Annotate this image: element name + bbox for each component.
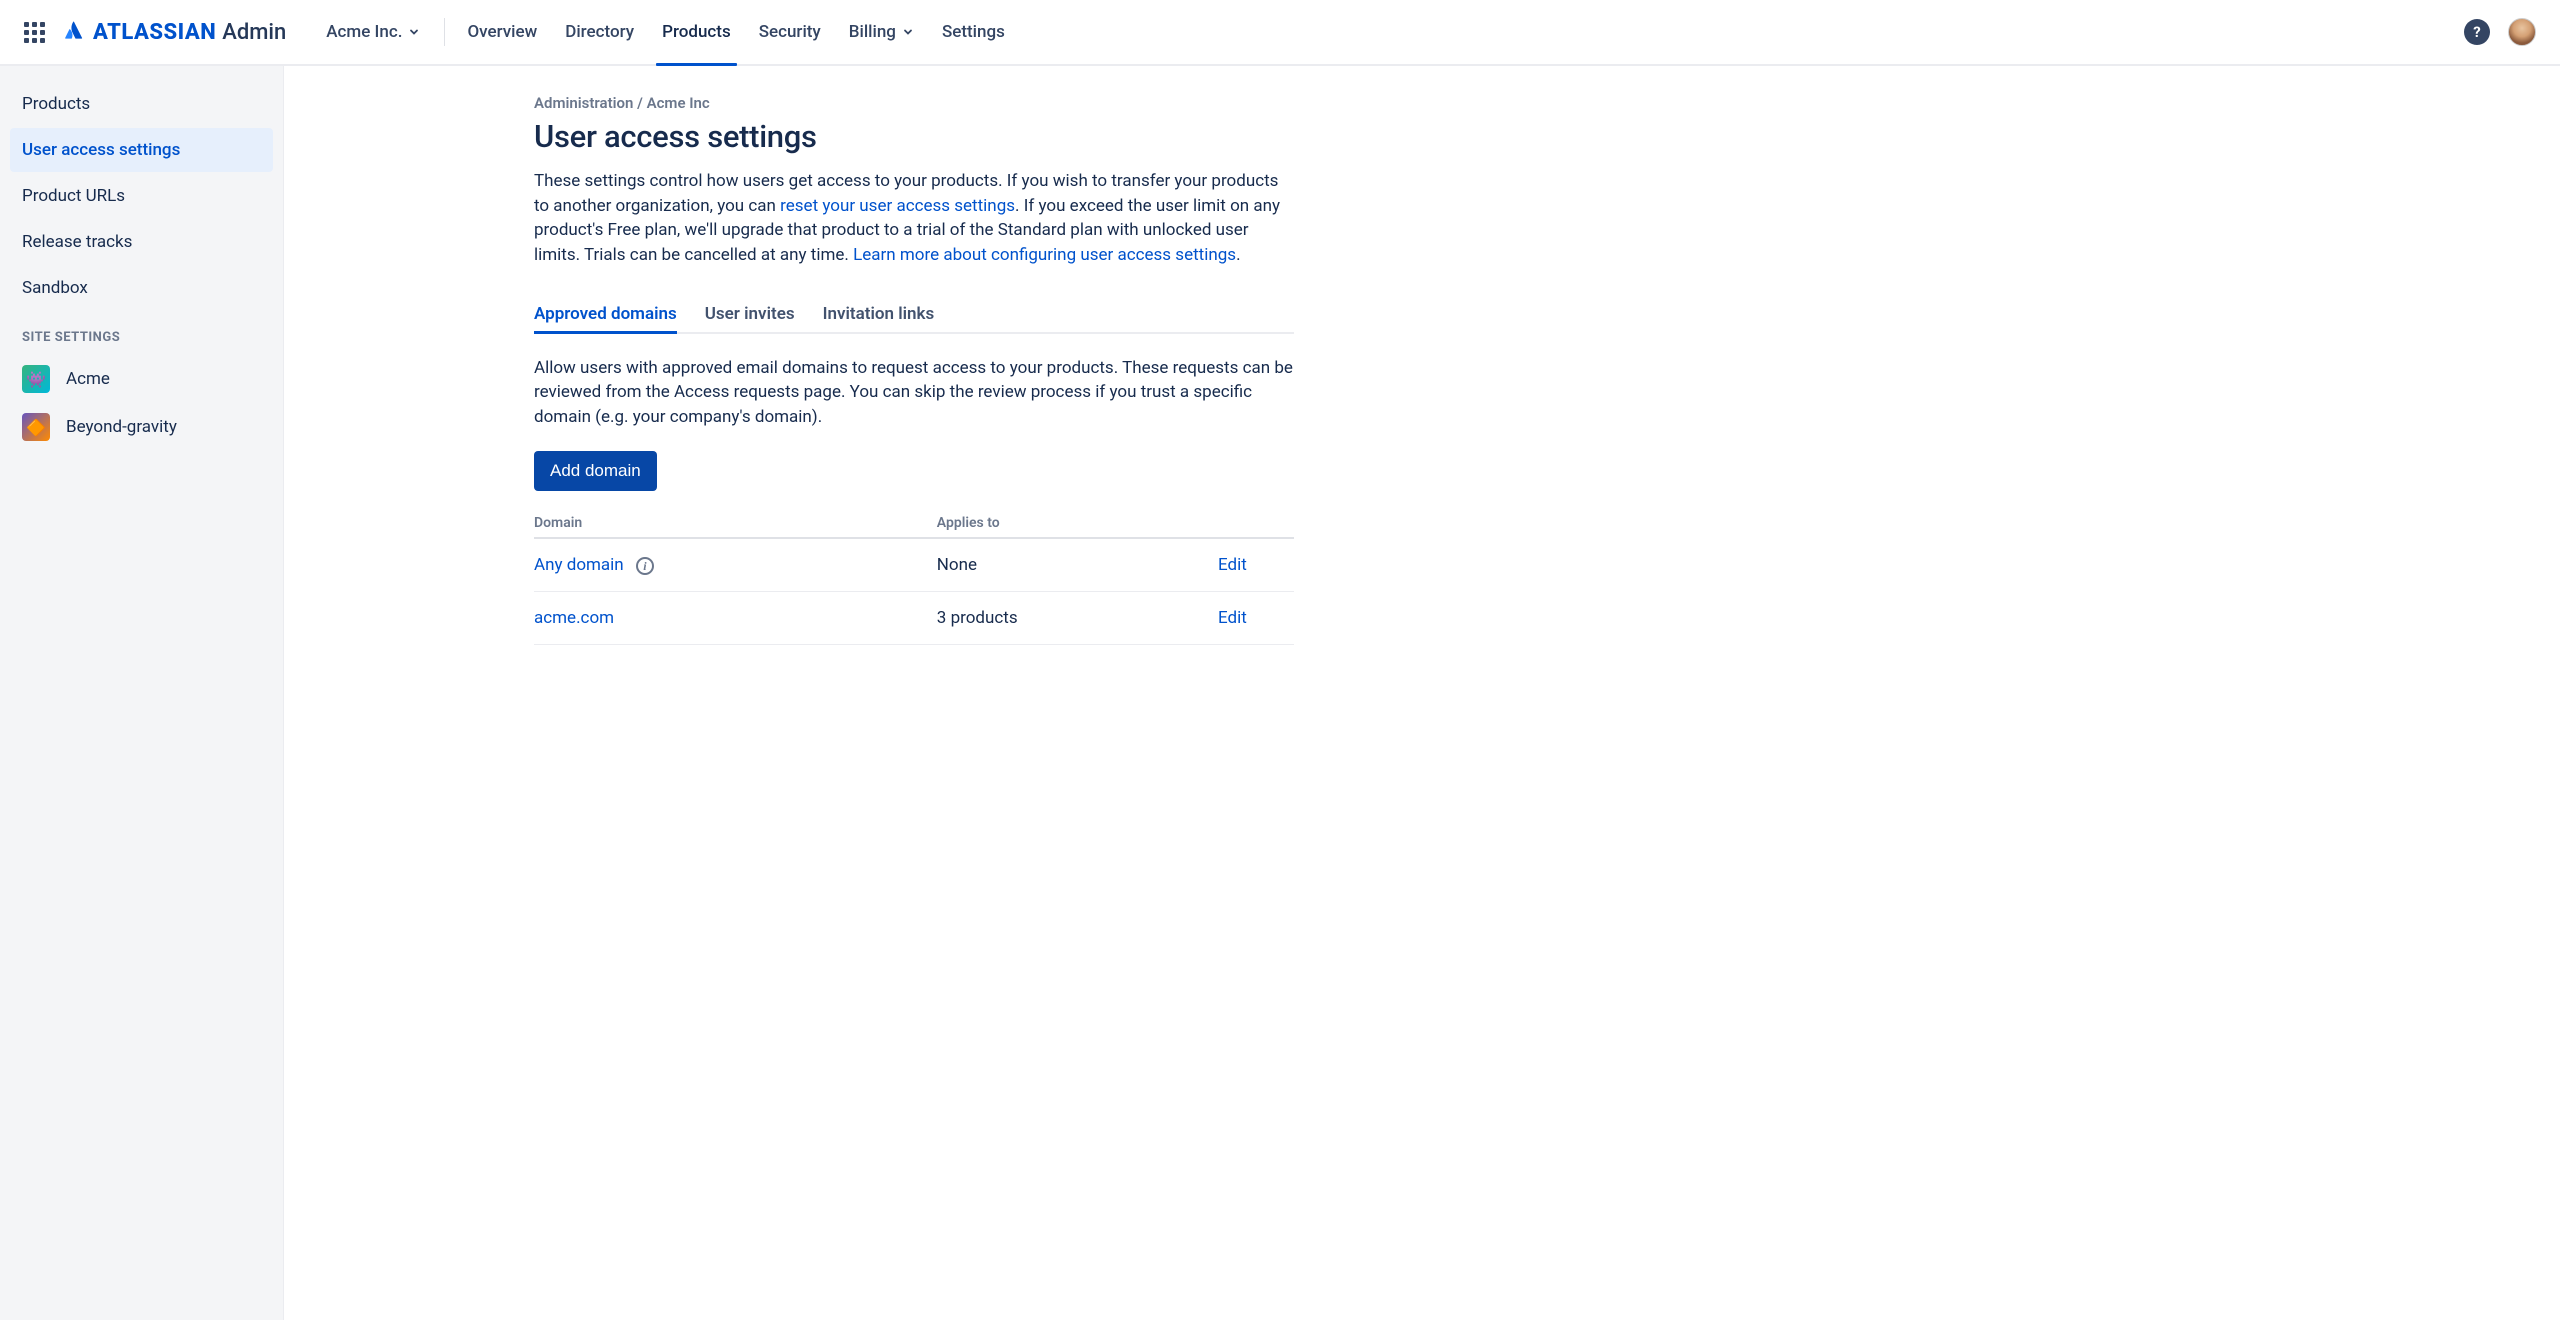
nav-billing[interactable]: Billing: [835, 0, 928, 64]
col-header-domain: Domain: [534, 515, 937, 531]
site-icon: 🔶: [22, 413, 50, 441]
site-icon: 👾: [22, 365, 50, 393]
header-right: ?: [2464, 18, 2536, 46]
tab-approved-domains[interactable]: Approved domains: [534, 296, 677, 332]
logo[interactable]: ATLASSIAN Admin: [63, 18, 286, 46]
tab-description: Allow users with approved email domains …: [534, 356, 1294, 430]
nav-products[interactable]: Products: [648, 0, 745, 64]
nav-billing-label: Billing: [849, 22, 896, 42]
sidebar-item-sandbox[interactable]: Sandbox: [10, 266, 273, 310]
top-header: ATLASSIAN Admin Acme Inc. Overview Direc…: [0, 0, 2560, 66]
site-label: Beyond-gravity: [66, 417, 177, 437]
sidebar-item-products[interactable]: Products: [10, 82, 273, 126]
edit-link[interactable]: Edit: [1218, 555, 1247, 575]
info-icon[interactable]: i: [636, 557, 654, 575]
applies-value: 3 products: [937, 608, 1218, 628]
brand-name: ATLASSIAN: [93, 20, 216, 45]
avatar[interactable]: [2508, 18, 2536, 46]
col-header-applies: Applies to: [937, 515, 1218, 531]
breadcrumb[interactable]: Administration / Acme Inc: [534, 94, 1294, 112]
sidebar-section-label: SITE SETTINGS: [10, 312, 273, 355]
top-nav: Overview Directory Products Security Bil…: [453, 0, 1018, 64]
tabs: Approved domains User invites Invitation…: [534, 296, 1294, 334]
site-item-beyond-gravity[interactable]: 🔶 Beyond-gravity: [10, 403, 273, 451]
table-row: Any domain i None Edit: [534, 539, 1294, 592]
atlassian-icon: [63, 18, 87, 46]
nav-settings[interactable]: Settings: [928, 0, 1019, 64]
nav-security[interactable]: Security: [745, 0, 835, 64]
domains-table: Domain Applies to Any domain i None Edit…: [534, 515, 1294, 645]
help-icon[interactable]: ?: [2464, 19, 2490, 45]
chevron-down-icon: [408, 26, 420, 38]
domain-link[interactable]: Any domain: [534, 555, 624, 575]
page-title: User access settings: [534, 118, 1294, 155]
app-switcher-icon[interactable]: [24, 22, 45, 43]
applies-value: None: [937, 555, 1218, 575]
main: Administration / Acme Inc User access se…: [284, 66, 2560, 1320]
divider: [444, 18, 445, 46]
nav-directory[interactable]: Directory: [551, 0, 648, 64]
add-domain-button[interactable]: Add domain: [534, 451, 657, 491]
site-label: Acme: [66, 369, 110, 389]
table-header: Domain Applies to: [534, 515, 1294, 539]
sidebar-item-release-tracks[interactable]: Release tracks: [10, 220, 273, 264]
domain-link[interactable]: acme.com: [534, 608, 614, 628]
site-item-acme[interactable]: 👾 Acme: [10, 355, 273, 403]
edit-link[interactable]: Edit: [1218, 608, 1247, 628]
org-picker-label: Acme Inc.: [326, 22, 402, 42]
reset-link[interactable]: reset your user access settings: [780, 196, 1015, 216]
sidebar-item-user-access[interactable]: User access settings: [10, 128, 273, 172]
org-picker[interactable]: Acme Inc.: [310, 22, 436, 42]
chevron-down-icon: [902, 26, 914, 38]
sidebar-item-product-urls[interactable]: Product URLs: [10, 174, 273, 218]
tab-invitation-links[interactable]: Invitation links: [823, 296, 935, 332]
brand-suffix: Admin: [222, 20, 286, 45]
table-row: acme.com 3 products Edit: [534, 592, 1294, 645]
learn-more-link[interactable]: Learn more about configuring user access…: [853, 245, 1236, 265]
sidebar: Products User access settings Product UR…: [0, 66, 284, 1320]
nav-overview[interactable]: Overview: [453, 0, 551, 64]
page-description: These settings control how users get acc…: [534, 169, 1294, 268]
tab-user-invites[interactable]: User invites: [705, 296, 795, 332]
